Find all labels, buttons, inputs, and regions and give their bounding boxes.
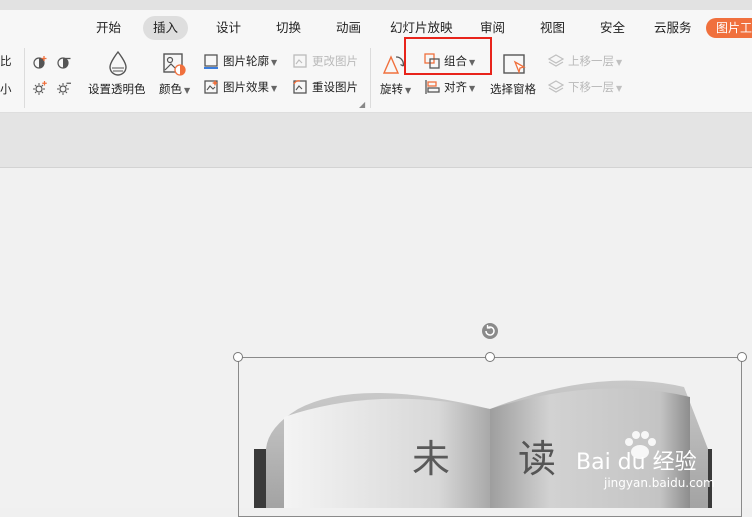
reset-picture-icon	[293, 80, 307, 94]
watermark-brand: Bai du 经验	[576, 450, 697, 475]
align-dropdown[interactable]: 对齐 ▼	[444, 80, 475, 96]
chevron-down-icon: ▼	[271, 84, 278, 93]
tab-transition[interactable]: 切换	[276, 16, 301, 40]
change-picture-button[interactable]: 更改图片	[312, 54, 358, 68]
ribbon-separator	[24, 48, 25, 108]
chevron-down-icon: ▼	[469, 84, 476, 93]
decrease-contrast-icon[interactable]	[56, 54, 72, 70]
chevron-down-icon: ▼	[405, 86, 412, 95]
rotate-label: 旋转	[380, 82, 403, 96]
decrease-brightness-icon[interactable]	[56, 80, 72, 96]
bring-forward-label: 上移一层	[568, 54, 614, 68]
picture-outline-label: 图片轮廓	[223, 54, 269, 68]
resize-handle[interactable]	[737, 352, 747, 362]
color-label: 颜色	[159, 82, 182, 96]
bring-forward-icon	[548, 54, 564, 67]
send-backward-icon	[548, 80, 564, 93]
picture-effects-dropdown[interactable]: 图片效果 ▼	[223, 80, 277, 96]
picture-outline-icon	[204, 54, 218, 69]
align-label: 对齐	[444, 80, 467, 94]
ribbon-tab-bar: 开始 插入 设计 切换 动画 幻灯片放映 审阅 视图 安全 云服务 图片工	[0, 10, 752, 44]
tab-insert[interactable]: 插入	[143, 16, 189, 40]
slide-thumbnail-band	[0, 113, 752, 168]
window-top-strip	[0, 0, 752, 10]
set-transparent-color-button[interactable]: 设置透明色	[88, 82, 146, 96]
picture-outline-dropdown[interactable]: 图片轮廓 ▼	[223, 54, 277, 70]
ribbon-separator	[370, 48, 371, 108]
tab-view[interactable]: 视图	[540, 16, 565, 40]
selection-pane-button[interactable]: 选择窗格	[490, 82, 536, 96]
picture-effects-icon	[204, 80, 218, 94]
chevron-down-icon: ▼	[616, 84, 623, 93]
change-picture-icon	[293, 54, 307, 68]
watermark-url: jingyan.baidu.com	[604, 476, 715, 490]
tab-cloud[interactable]: 云服务	[654, 16, 692, 40]
tab-design[interactable]: 设计	[216, 16, 241, 40]
tab-picture-tools[interactable]: 图片工	[706, 18, 752, 38]
picture-color-icon[interactable]	[162, 52, 186, 76]
ribbon-partial-label-bottom: 小	[0, 82, 12, 96]
selection-frame	[238, 357, 742, 517]
tab-home[interactable]: 开始	[96, 16, 121, 40]
increase-brightness-icon[interactable]	[32, 80, 48, 96]
rotate-dropdown[interactable]: 旋转 ▼	[380, 82, 411, 98]
align-icon	[425, 80, 440, 94]
chevron-down-icon: ▼	[184, 86, 191, 95]
resize-handle[interactable]	[485, 352, 495, 362]
reset-picture-button[interactable]: 重设图片	[312, 80, 358, 94]
selection-pane-icon[interactable]	[502, 52, 528, 78]
highlight-box	[404, 37, 492, 75]
chevron-down-icon: ▼	[271, 58, 278, 67]
rotate-handle-icon[interactable]	[481, 322, 499, 340]
tab-security[interactable]: 安全	[600, 16, 625, 40]
bring-forward-dropdown[interactable]: 上移一层 ▼	[568, 54, 622, 70]
transparent-color-icon[interactable]	[106, 50, 130, 78]
send-backward-label: 下移一层	[568, 80, 614, 94]
color-dropdown[interactable]: 颜色 ▼	[159, 82, 190, 98]
ribbon-partial-label-top: 比	[0, 54, 12, 68]
resize-handle[interactable]	[233, 352, 243, 362]
picture-effects-label: 图片效果	[223, 80, 269, 94]
send-backward-dropdown[interactable]: 下移一层 ▼	[568, 80, 622, 96]
tab-animation[interactable]: 动画	[336, 16, 361, 40]
chevron-down-icon: ▼	[616, 58, 623, 67]
increase-contrast-icon[interactable]	[32, 54, 48, 70]
dialog-launcher-icon[interactable]: ◢	[359, 100, 365, 109]
